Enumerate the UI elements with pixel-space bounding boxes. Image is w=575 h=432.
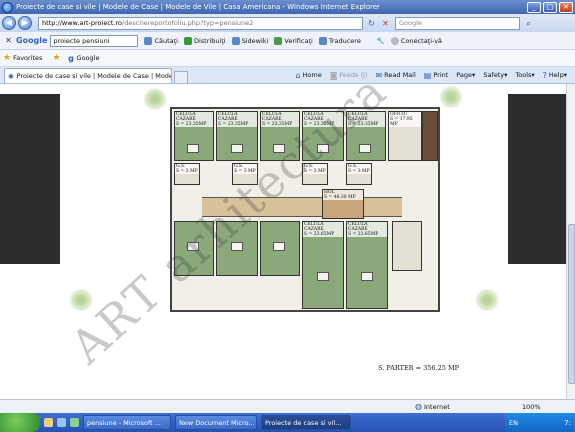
- google-favorite-link[interactable]: Google: [77, 54, 100, 62]
- back-icon[interactable]: ◀: [2, 16, 16, 30]
- tree-decoration: [438, 86, 464, 108]
- scrollbar-thumb[interactable]: [568, 224, 575, 384]
- zoom-level[interactable]: 100%: [522, 403, 541, 411]
- close-toolbar-icon[interactable]: ✕: [3, 35, 14, 46]
- room-bottom-5: CELULA CAZARE S = 23.65MP: [346, 221, 388, 309]
- bathroom-1: G.S. S = 3 MP: [174, 163, 200, 185]
- feeds-icon: ◙: [329, 70, 338, 80]
- command-bar: ⌂ Home ◙ Feeds (J) ✉ Read Mail ▤ Print Page …: [295, 67, 575, 83]
- plan-total-area: S. PARTER = 356.25 MP: [378, 364, 459, 372]
- stair-right: [392, 221, 422, 271]
- vertical-scrollbar[interactable]: [566, 84, 575, 399]
- title-bar: Proiecte de case si vile | Modele de Cas…: [0, 0, 575, 14]
- google-fav-icon: g: [68, 53, 74, 63]
- quicklaunch-icon[interactable]: [57, 418, 66, 427]
- globe-icon: ◍: [415, 402, 422, 411]
- page-favicon: ◉: [8, 72, 14, 80]
- google-logo: Google: [16, 36, 48, 45]
- room-bottom-4: CELULA CAZARE S = 23.65MP: [302, 221, 344, 309]
- room-top-2: CELULA CAZARE S = 23.35MP: [216, 111, 258, 161]
- tools-menu[interactable]: Tools ▾: [515, 71, 534, 79]
- google-search-button[interactable]: Căutaţi: [144, 36, 178, 45]
- favorites-star-icon[interactable]: ★: [3, 53, 11, 63]
- bed-icon: [187, 144, 199, 153]
- translate-icon: [318, 36, 327, 45]
- print-button[interactable]: ▤ Print: [424, 71, 449, 80]
- start-button[interactable]: [0, 413, 40, 432]
- home-button[interactable]: ⌂ Home: [295, 71, 321, 80]
- right-dark-panel: [508, 94, 566, 264]
- taskbar-item-browser[interactable]: Proiecte de case si vil...: [261, 415, 351, 430]
- address-path: /descriereportofoliu.php?typ=pensiune2: [122, 19, 254, 27]
- language-indicator[interactable]: EN: [509, 419, 518, 427]
- tab-active[interactable]: ◉ Proiecte de case si vile | Modele de C…: [4, 68, 172, 83]
- help-icon: ?: [542, 70, 547, 80]
- maximize-button[interactable]: □: [543, 1, 557, 13]
- search-icon: [144, 36, 153, 45]
- share-icon: [183, 36, 192, 45]
- print-icon: ▤: [423, 70, 432, 80]
- tree-decoration: [474, 289, 500, 311]
- tree-decoration: [142, 88, 168, 110]
- wrench-icon[interactable]: 🔧: [377, 37, 385, 45]
- sidewiki-icon: [231, 36, 240, 45]
- minimize-button[interactable]: _: [527, 1, 541, 13]
- mail-icon: ✉: [375, 70, 383, 80]
- google-search-input[interactable]: proiecte pensiuni: [50, 34, 139, 47]
- favorites-bar: ★ Favorites ★ g Google: [0, 50, 575, 67]
- new-tab-button[interactable]: [174, 71, 188, 83]
- room-top-1: CELULA CAZARE S = 23.35MP: [174, 111, 214, 161]
- bed-icon: [231, 144, 243, 153]
- safety-menu[interactable]: Safety ▾: [483, 71, 507, 79]
- page-menu[interactable]: Page ▾: [456, 71, 475, 79]
- read-mail-button[interactable]: ✉ Read Mail: [375, 71, 415, 80]
- bathroom-4: G.S. S = 3 MP: [346, 163, 372, 185]
- quicklaunch-icon[interactable]: [44, 418, 53, 427]
- taskbar: pensiune - Microsoft ... New Document Mi…: [0, 413, 575, 432]
- bed-icon: [359, 144, 371, 153]
- add-favorite-icon[interactable]: ★: [52, 53, 60, 63]
- page-content: CELULA CAZARE S = 23.35MP CELULA CAZARE S …: [0, 84, 575, 399]
- refresh-icon[interactable]: ↻: [366, 18, 377, 29]
- taskbar-item-new-document[interactable]: New Document Micro...: [175, 415, 257, 430]
- left-dark-panel: [0, 94, 60, 264]
- search-placeholder: Google: [399, 19, 422, 27]
- address-row: ◀ ▶ http://www.art-proiect.ro/descrierep…: [0, 14, 575, 32]
- check-button[interactable]: Verificaţi: [274, 36, 313, 45]
- search-input[interactable]: Google: [395, 16, 520, 30]
- room-bottom-3: [260, 221, 300, 276]
- system-tray: EN 7:: [505, 413, 575, 432]
- home-icon: ⌂: [295, 70, 301, 80]
- share-button[interactable]: Distribuiţi: [183, 36, 226, 45]
- check-icon: [274, 36, 283, 45]
- feeds-button[interactable]: ◙ Feeds (J): [330, 71, 368, 80]
- stair-block: [422, 111, 438, 161]
- signin-button[interactable]: Conectaţi-vă: [390, 36, 442, 45]
- translate-button[interactable]: Traducere: [318, 36, 361, 45]
- taskbar-item-pensiune[interactable]: pensiune - Microsoft ...: [83, 415, 171, 430]
- favorites-button[interactable]: Favorites: [13, 54, 42, 62]
- bed-icon: [273, 242, 285, 251]
- bed-icon: [361, 272, 373, 281]
- room-hol: HOL S = 46.30 MP: [322, 189, 364, 219]
- search-icon[interactable]: ⌕: [523, 18, 534, 29]
- help-menu[interactable]: ? Help ▾: [543, 71, 567, 80]
- close-button[interactable]: ✕: [559, 1, 573, 13]
- clock[interactable]: 7:: [564, 419, 571, 427]
- bed-icon: [317, 272, 329, 281]
- window-title: Proiecte de case si vile | Modele de Cas…: [16, 3, 380, 11]
- address-bar[interactable]: http://www.art-proiect.ro/descriereporto…: [38, 16, 363, 30]
- forward-icon[interactable]: ▶: [18, 16, 32, 30]
- quicklaunch-icon[interactable]: [70, 418, 79, 427]
- status-bar: ◍ Internet 100%: [0, 399, 575, 413]
- stop-icon[interactable]: ✕: [380, 18, 391, 29]
- google-toolbar: ✕ Google proiecte pensiuni Căutaţi Distr…: [0, 32, 575, 50]
- security-zone[interactable]: ◍ Internet: [410, 401, 450, 412]
- tab-label: Proiecte de case si vile | Modele de Cas…: [16, 72, 171, 80]
- room-oficiu: OFICIU S = 17.95 MP: [388, 111, 422, 161]
- sidewiki-button[interactable]: Sidewiki: [231, 36, 268, 45]
- address-host: http://www.art-proiect.ro: [42, 19, 123, 27]
- ie-icon: [2, 1, 13, 13]
- user-icon: [390, 36, 399, 45]
